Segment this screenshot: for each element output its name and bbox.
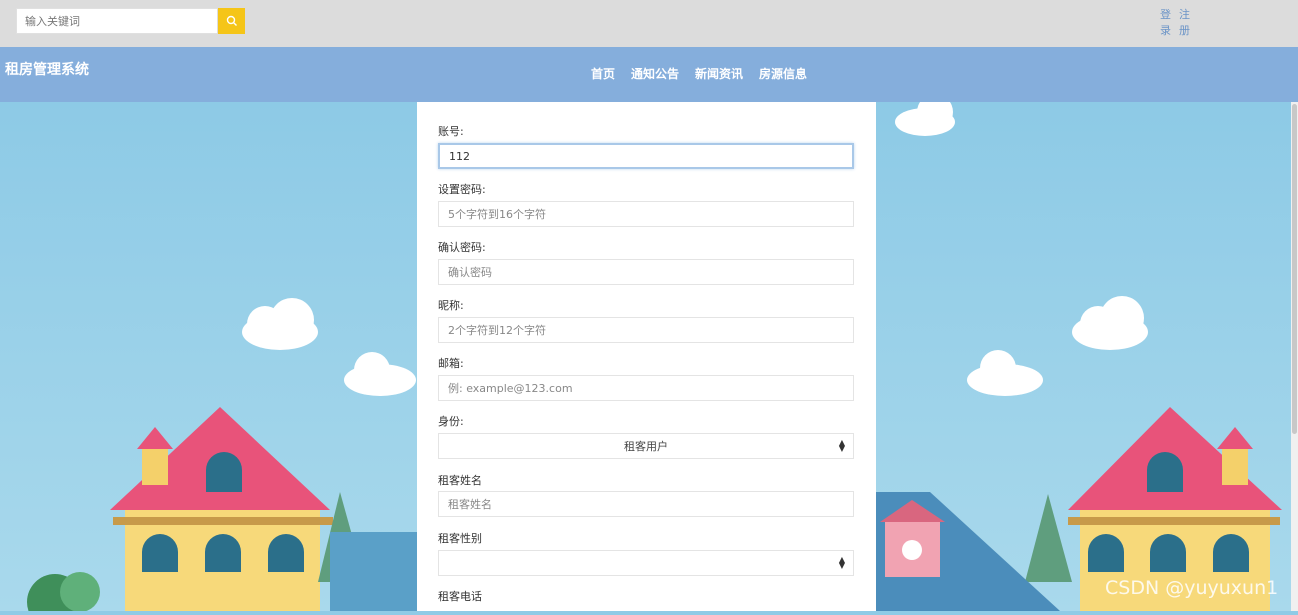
nav-item-listings[interactable]: 房源信息 [759,65,807,82]
password-label: 设置密码: [438,183,486,196]
search-icon [226,15,237,26]
nickname-label: 昵称: [438,299,464,312]
nav-item-notices[interactable]: 通知公告 [631,65,679,82]
top-bar: 登录 注册 [0,0,1298,47]
login-link[interactable]: 登录 [1159,7,1172,39]
tenant-name-label: 租客姓名 [438,474,482,487]
account-label: 账号: [438,125,464,138]
account-input[interactable] [438,143,854,169]
main-menu: 首页 通知公告 新闻资讯 房源信息 [591,65,807,82]
nav-item-news[interactable]: 新闻资讯 [695,65,743,82]
email-input[interactable] [438,375,854,401]
confirm-password-input[interactable] [438,259,854,285]
register-link[interactable]: 注册 [1178,7,1191,39]
password-input[interactable] [438,201,854,227]
tenant-gender-select[interactable]: ▲ ▼ [438,550,854,576]
scrollbar-thumb[interactable] [1292,104,1297,434]
email-label: 邮箱: [438,357,464,370]
select-arrows-icon: ▲ ▼ [838,438,845,453]
identity-select[interactable]: 租客用户 ▲ ▼ [438,433,854,459]
tenant-gender-label: 租客性别 [438,532,482,545]
nav-bar: 租房管理系统 首页 通知公告 新闻资讯 房源信息 [0,47,1298,102]
site-title: 租房管理系统 [5,62,89,78]
tenant-name-input[interactable] [438,491,854,517]
register-form [417,102,876,611]
search-button[interactable] [218,8,245,34]
identity-select-value: 租客用户 [624,440,668,453]
select-arrows-icon: ▲ ▼ [838,555,845,570]
identity-label: 身份: [438,415,464,428]
search-input[interactable] [16,8,217,34]
tenant-phone-label: 租客电话 [438,590,482,603]
nav-item-home[interactable]: 首页 [591,65,615,82]
confirm-password-label: 确认密码: [438,241,486,254]
nickname-input[interactable] [438,317,854,343]
watermark: CSDN @yuyuxun1 [1105,577,1279,599]
